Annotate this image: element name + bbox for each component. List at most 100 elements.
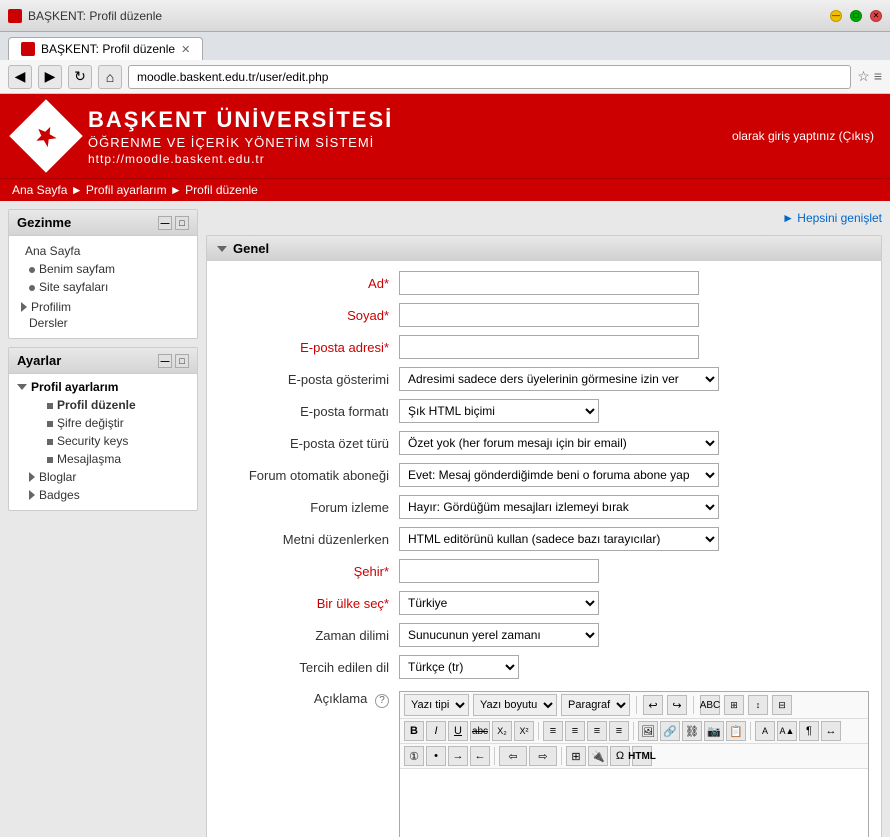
rte-sep-1	[636, 696, 637, 714]
rte-unlink-btn[interactable]: ⛓	[682, 721, 702, 741]
rte-outdent-btn[interactable]: ←	[470, 746, 490, 766]
minimize-button[interactable]: —	[830, 10, 842, 22]
sidebar-item-site-sayfalari[interactable]: Site sayfaları	[21, 278, 189, 296]
sidebar-item-sifre-degistir[interactable]: Şifre değiştir	[29, 414, 189, 432]
rte-icon-btn2[interactable]: ↕	[748, 695, 768, 715]
favicon-icon	[8, 9, 22, 23]
city-input[interactable]	[399, 559, 599, 583]
city-row: Şehir	[219, 559, 869, 583]
main-content: ► Hepsini genişlet Genel Ad	[206, 209, 882, 837]
rte-icon-6[interactable]: ¶	[799, 721, 819, 741]
soyad-input[interactable]	[399, 303, 699, 327]
ayarlar-controls: — □	[158, 354, 189, 368]
sidebar-item-benim-sayfam[interactable]: Benim sayfam	[21, 260, 189, 278]
rte-icon-7[interactable]: ↔	[821, 721, 841, 741]
rte-fgcolor-btn[interactable]: A	[755, 721, 775, 741]
lang-row: Tercih edilen dil Türkçe (tr)	[219, 655, 869, 679]
sidebar-item-mesajlasma[interactable]: Mesajlaşma	[29, 450, 189, 468]
email-input[interactable]	[399, 335, 699, 359]
sidebar-item-anasayfa[interactable]: Ana Sayfa	[17, 242, 189, 260]
ayarlar-title: Ayarlar	[17, 353, 61, 368]
rte-size-select[interactable]: Yazı boyutu	[473, 694, 557, 716]
rte-alignc-btn[interactable]: ≡	[565, 721, 585, 741]
home-button[interactable]: ⌂	[98, 65, 122, 89]
timezone-select[interactable]: Sunucunun yerel zamanı	[399, 623, 599, 647]
reload-button[interactable]: ↻	[68, 65, 92, 89]
address-bar[interactable]	[128, 65, 851, 89]
rte-sub-btn[interactable]: X₂	[492, 721, 512, 741]
rte-underline-btn[interactable]: U	[448, 721, 468, 741]
rte-icon-5[interactable]: 📋	[726, 721, 746, 741]
rte-content-area[interactable]	[400, 769, 868, 837]
rte-link-btn[interactable]: 🔗	[660, 721, 680, 741]
badges-link[interactable]: Badges	[39, 488, 80, 502]
rte-italic-btn[interactable]: I	[426, 721, 446, 741]
sidebar-item-security-keys[interactable]: Security keys	[29, 432, 189, 450]
rte-sup-btn[interactable]: X²	[514, 721, 534, 741]
ad-input[interactable]	[399, 271, 699, 295]
ayarlar-dock-btn[interactable]: □	[175, 354, 189, 368]
rte-icon-10[interactable]: 🔌	[588, 746, 608, 766]
profilim-link[interactable]: Profilim	[31, 300, 71, 314]
email-digest-select[interactable]: Özet yok (her forum mesajı için bir emai…	[399, 431, 719, 455]
rte-redo-btn[interactable]: ↪	[667, 695, 687, 715]
gezinme-collapse-btn[interactable]: —	[158, 216, 172, 230]
sidebar-item-dersler[interactable]: Dersler	[21, 314, 189, 332]
rte-icon-4[interactable]: 📷	[704, 721, 724, 741]
email-show-select[interactable]: Adresimi sadece ders üyelerinin görmesin…	[399, 367, 719, 391]
rte-icon-btn3[interactable]: ⊟	[772, 695, 792, 715]
country-select[interactable]: Türkiye	[399, 591, 599, 615]
sidebar-item-profilim: Profilim	[21, 300, 189, 314]
forum-track-select[interactable]: Hayır: Gördüğüm mesajları izlemeyi bırak	[399, 495, 719, 519]
rte-toolbar-2: B I U abc X₂ X² ≡ ≡	[400, 719, 868, 744]
rte-img-btn[interactable]: 🖼	[638, 721, 658, 741]
rte-table-btn[interactable]: ⊞	[566, 746, 586, 766]
desc-help-icon[interactable]: ?	[375, 694, 389, 708]
text-edit-select[interactable]: HTML editörünü kullan (sadece bazı taray…	[399, 527, 719, 551]
rte-indent-btn[interactable]: →	[448, 746, 468, 766]
rte-icon-9[interactable]: ⇨	[529, 746, 557, 766]
ad-row: Ad	[219, 271, 869, 295]
rte-toolbar-3: ① • → ← ⇦ ⇨ ⊞ 🔌	[400, 744, 868, 769]
sidebar-item-badges: Badges	[29, 486, 189, 504]
rte-icon-btn1[interactable]: ⊞	[724, 695, 744, 715]
rte-alignr-btn[interactable]: ≡	[587, 721, 607, 741]
rte-bgcolor-btn[interactable]: A▲	[777, 721, 797, 741]
expand-all[interactable]: ► Hepsini genişlet	[206, 209, 882, 227]
rte-alignj-btn[interactable]: ≡	[609, 721, 629, 741]
tab-bar: BAŞKENT: Profil düzenle ✕	[0, 32, 890, 60]
email-format-select[interactable]: Şık HTML biçimi	[399, 399, 599, 423]
rte-undo-btn[interactable]: ↩	[643, 695, 663, 715]
close-button[interactable]: ✕	[870, 10, 882, 22]
rte-alignl-btn[interactable]: ≡	[543, 721, 563, 741]
rte-html-btn[interactable]: HTML	[632, 746, 652, 766]
gezinme-dock-btn[interactable]: □	[175, 216, 189, 230]
badges-icon	[29, 490, 35, 500]
rte-strike-btn[interactable]: abc	[470, 721, 490, 741]
rte-ul-btn[interactable]: •	[426, 746, 446, 766]
rte-icon-8[interactable]: ⇦	[499, 746, 527, 766]
bookmark-icon[interactable]: ☆	[857, 68, 870, 85]
country-row: Bir ülke seç Türkiye	[219, 591, 869, 615]
forum-sub-select[interactable]: Evet: Mesaj gönderdiğimde beni o foruma …	[399, 463, 719, 487]
expand-all-link[interactable]: ► Hepsini genişlet	[782, 211, 882, 225]
maximize-button[interactable]: □	[850, 10, 862, 22]
tab-close-button[interactable]: ✕	[181, 43, 190, 56]
rte-char-btn[interactable]: Ω	[610, 746, 630, 766]
rte-bold-btn[interactable]: B	[404, 721, 424, 741]
forward-button[interactable]: ▶	[38, 65, 62, 89]
sidebar-item-bloglar: Bloglar	[29, 468, 189, 486]
rte-font-select[interactable]: Yazı tipi	[404, 694, 469, 716]
page-content: BAŞKENT ÜNİVERSİTESİ ÖĞRENME VE İÇERİK Y…	[0, 94, 890, 837]
rte-para-select[interactable]: Paragraf	[561, 694, 630, 716]
rte-sep-4	[633, 722, 634, 740]
sidebar-item-profil-duzenle[interactable]: Profil düzenle	[29, 396, 189, 414]
rte-ol-btn[interactable]: ①	[404, 746, 424, 766]
bloglar-link[interactable]: Bloglar	[39, 470, 76, 484]
back-button[interactable]: ◀	[8, 65, 32, 89]
active-tab[interactable]: BAŞKENT: Profil düzenle ✕	[8, 37, 203, 60]
lang-select[interactable]: Türkçe (tr)	[399, 655, 519, 679]
rte-spell-btn[interactable]: ABC	[700, 695, 720, 715]
menu-icon[interactable]: ≡	[874, 68, 882, 85]
ayarlar-collapse-btn[interactable]: —	[158, 354, 172, 368]
